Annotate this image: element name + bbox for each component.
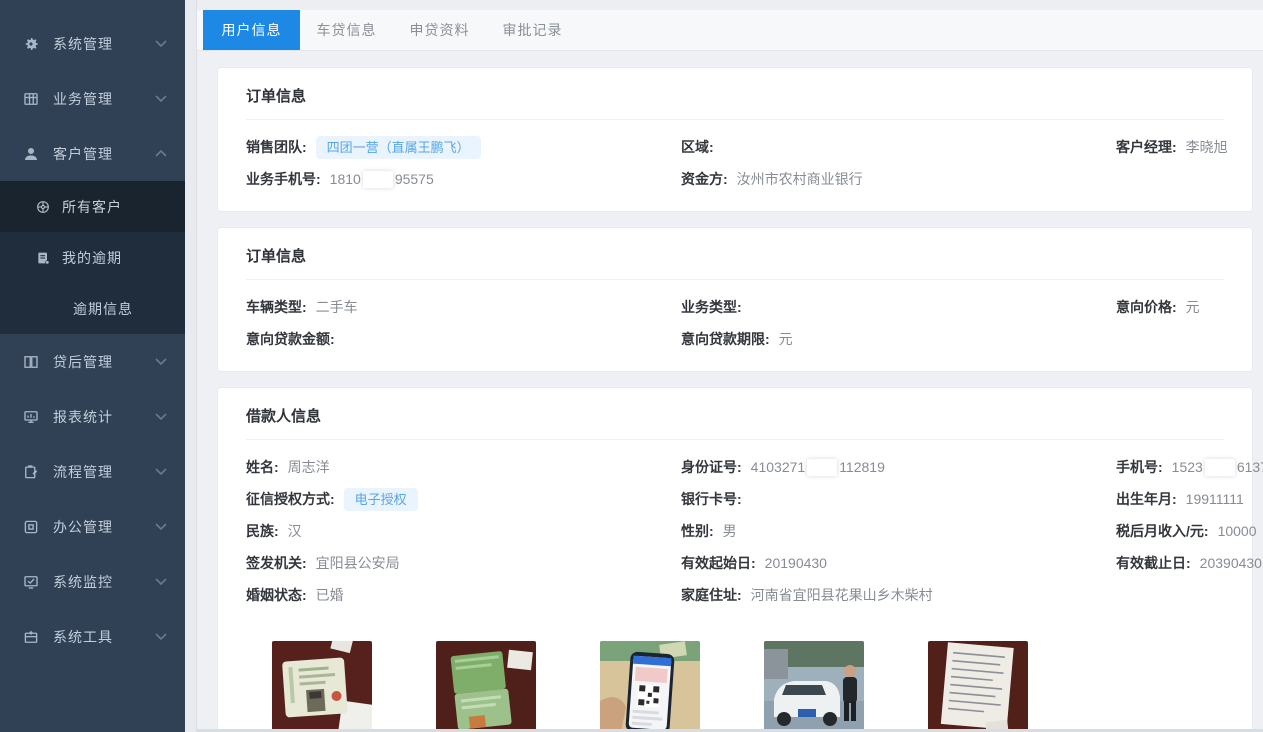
sidebar-item-customer-management[interactable]: 客户管理 (0, 126, 185, 181)
sidebar-item-label: 系统工具 (53, 627, 155, 647)
sidebar-item-office-management[interactable]: 办公管理 (0, 499, 185, 554)
sidebar-item-label: 业务管理 (53, 89, 155, 109)
tab-content: 订单信息 销售团队: 四团一营（直属王鹏飞） 区域: 客户经理: 李晓旭 (197, 51, 1263, 732)
grid-icon (22, 90, 40, 108)
field-id-number: 身份证号: 4103271112819 (681, 451, 1116, 483)
sidebar-item-report-statistics[interactable]: 报表统计 (0, 389, 185, 444)
chevron-down-icon (155, 95, 167, 102)
square-nested-icon (22, 518, 40, 536)
monitor-chart-icon (22, 408, 40, 426)
customer-management-submenu: 所有客户 我的逾期 逾期信息 (0, 181, 185, 334)
sidebar-subitem-label: 我的逾期 (62, 248, 122, 268)
field-valid-from: 有效起始日: 20190430 (681, 547, 1116, 579)
photo-handwritten-document[interactable]: 手写申请书 (928, 641, 1028, 732)
tab-user-info[interactable]: 用户信息 (203, 10, 300, 50)
chevron-down-icon (155, 40, 167, 47)
sidebar-item-system-management[interactable]: 系统管理 (0, 16, 185, 71)
redaction-patch (363, 171, 393, 188)
field-marital-status: 婚姻状态: 已婚 (246, 579, 681, 611)
field-vehicle-type: 车辆类型: 二手车 (246, 291, 681, 323)
field-intent-loan-amount: 意向贷款金额: (246, 323, 681, 355)
sidebar: 系统管理 业务管理 客户管理 所有客户 我的逾期 逾期信息 (0, 0, 185, 732)
field-intent-price: 意向价格: 元 (1116, 291, 1224, 323)
gear-icon (22, 35, 40, 53)
photo-phone-qr-auth[interactable]: 征信授权 (600, 641, 700, 732)
photo-id-card[interactable]: 本人照 (272, 641, 372, 732)
borrower-info-card: 借款人信息 姓名: 周志洋 身份证号: 4103271112819 手机号: 1… (217, 387, 1253, 732)
field-issuing-authority: 签发机关: 宜阳县公安局 (246, 547, 681, 579)
field-birth-date: 出生年月: 19911111 (1116, 483, 1263, 515)
chevron-down-icon (155, 523, 167, 530)
field-monthly-income: 税后月收入/元: 10000 (1116, 515, 1263, 547)
user-icon (22, 145, 40, 163)
sales-team-tag[interactable]: 四团一营（直属王鹏飞） (316, 136, 481, 159)
wheel-icon (35, 199, 51, 215)
sidebar-item-label: 报表统计 (53, 407, 155, 427)
chevron-up-icon (155, 150, 167, 157)
sidebar-item-postloan-management[interactable]: 贷后管理 (0, 334, 185, 389)
tab-bar: 用户信息 车贷信息 申贷资料 审批记录 (197, 10, 1263, 51)
card-title: 订单信息 (246, 228, 1224, 280)
field-credit-auth-method: 征信授权方式: 电子授权 (246, 483, 681, 515)
toolbox-icon (22, 628, 40, 646)
chevron-down-icon (155, 633, 167, 640)
tab-car-loan-info[interactable]: 车贷信息 (300, 10, 393, 50)
redaction-patch (1205, 459, 1235, 476)
field-home-address: 家庭住址: 河南省宜阳县花果山乡木柴村 (681, 579, 1116, 611)
field-customer-manager: 客户经理: 李晓旭 (1116, 131, 1228, 163)
app-window: 系统管理 业务管理 客户管理 所有客户 我的逾期 逾期信息 (0, 0, 1263, 732)
chevron-down-icon (155, 578, 167, 585)
sidebar-subitem-all-customers[interactable]: 所有客户 (0, 181, 185, 232)
top-strip (197, 0, 1263, 10)
sidebar-item-label: 系统监控 (53, 572, 155, 592)
field-sales-team: 销售团队: 四团一营（直属王鹏飞） (246, 131, 681, 163)
card-title: 借款人信息 (246, 388, 1224, 440)
sidebar-item-business-management[interactable]: 业务管理 (0, 71, 185, 126)
sidebar-item-system-tools[interactable]: 系统工具 (0, 609, 185, 664)
field-gender: 性别: 男 (681, 515, 1116, 547)
main-panel: 用户信息 车贷信息 申贷资料 审批记录 订单信息 销售团队: 四团一营（直属王鹏… (197, 0, 1263, 732)
monitor-check-icon (22, 573, 40, 591)
sidebar-subitem-my-overdue[interactable]: 我的逾期 (0, 232, 185, 283)
redaction-patch (807, 459, 837, 476)
tab-approval-records[interactable]: 审批记录 (486, 10, 579, 50)
clipboard-edit-icon (22, 463, 40, 481)
chevron-down-icon (155, 358, 167, 365)
field-mobile: 手机号: 15236137 (1116, 451, 1263, 483)
sidebar-item-label: 客户管理 (53, 144, 155, 164)
field-region: 区域: (681, 131, 1116, 163)
sidebar-gutter (185, 0, 197, 732)
chevron-down-icon (155, 468, 167, 475)
order-info-card: 订单信息 销售团队: 四团一营（直属王鹏飞） 区域: 客户经理: 李晓旭 (217, 67, 1253, 212)
field-business-phone: 业务手机号: 181095575 (246, 163, 681, 195)
field-valid-to: 有效截止日: 20390430 (1116, 547, 1263, 579)
sidebar-item-label: 贷后管理 (53, 352, 155, 372)
sidebar-item-system-monitor[interactable]: 系统监控 (0, 554, 185, 609)
sidebar-subitem-label: 逾期信息 (73, 299, 133, 319)
document-photos: 本人照 (246, 627, 1224, 732)
tab-loan-application-docs[interactable]: 申贷资料 (393, 10, 486, 50)
loan-intent-card: 订单信息 车辆类型: 二手车 业务类型: 意向价格: 元 (217, 227, 1253, 372)
card-title: 订单信息 (246, 68, 1224, 120)
field-ethnicity: 民族: 汉 (246, 515, 681, 547)
sidebar-item-label: 流程管理 (53, 462, 155, 482)
field-bank-card: 银行卡号: (681, 483, 1116, 515)
notebook-icon (35, 250, 51, 266)
field-name: 姓名: 周志洋 (246, 451, 681, 483)
credit-auth-tag: 电子授权 (344, 488, 418, 511)
chevron-down-icon (155, 413, 167, 420)
photo-person-with-car[interactable]: 本人照 (764, 641, 864, 732)
sidebar-subitem-overdue-info[interactable]: 逾期信息 (0, 283, 185, 334)
sidebar-item-label: 办公管理 (53, 517, 155, 537)
sidebar-item-label: 系统管理 (53, 34, 155, 54)
field-intent-loan-term: 意向贷款期限: 元 (681, 323, 1116, 355)
book-icon (22, 353, 40, 371)
field-funder: 资金方: 汝州市农村商业银行 (681, 163, 1116, 195)
photo-green-booklet[interactable]: 智能双录核验 (436, 641, 536, 732)
sidebar-item-process-management[interactable]: 流程管理 (0, 444, 185, 499)
sidebar-subitem-label: 所有客户 (62, 197, 122, 217)
field-business-type: 业务类型: (681, 291, 1116, 323)
